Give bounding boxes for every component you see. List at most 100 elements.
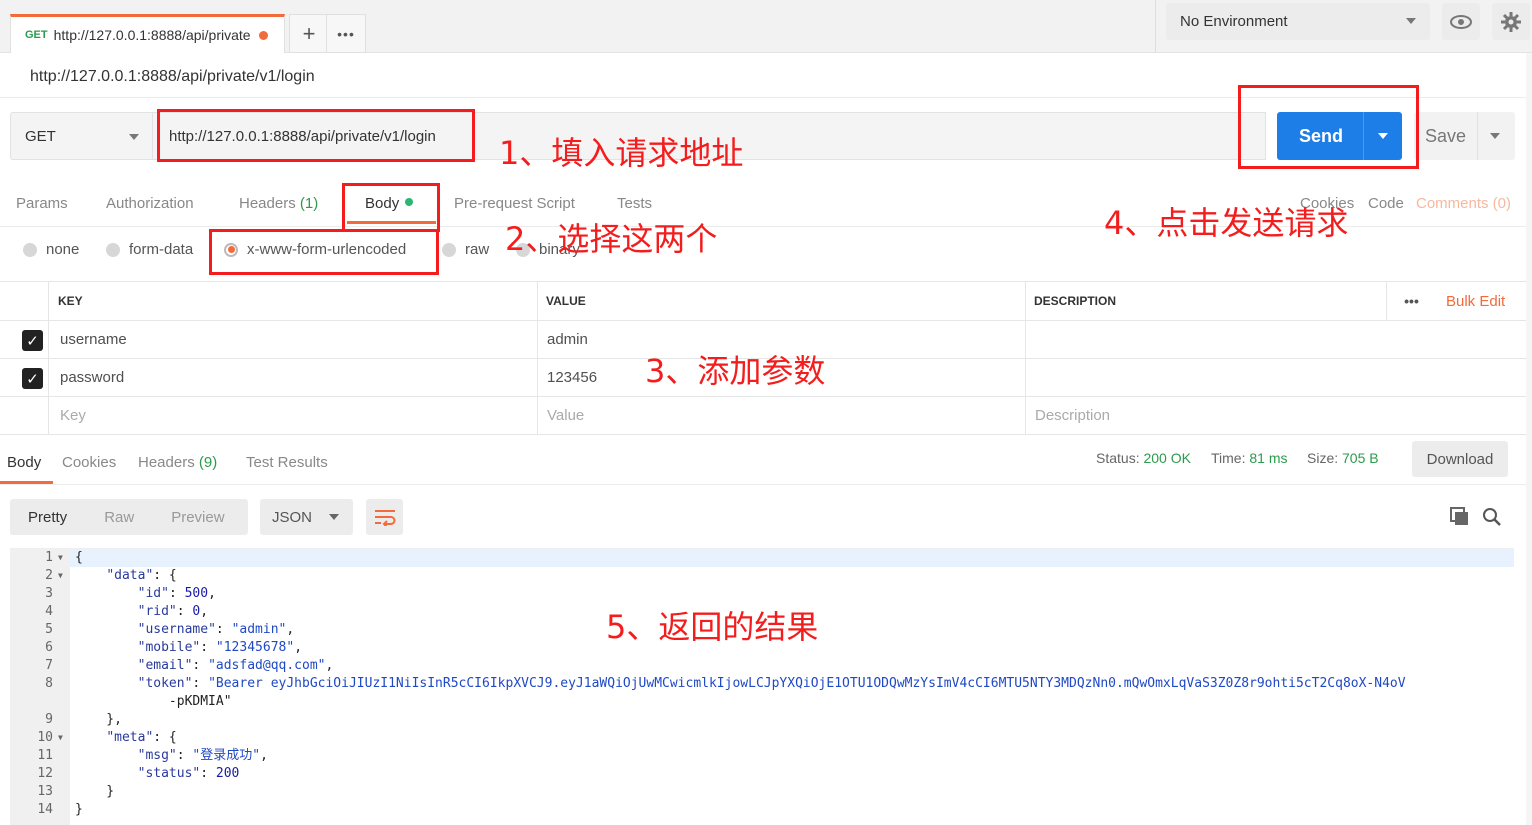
gear-icon [1501, 11, 1521, 32]
tab-bar: GET http://127.0.0.1:8888/api/private + … [0, 0, 1532, 53]
status-value: 200 OK [1143, 450, 1191, 466]
line-number: 8 [45, 676, 53, 691]
environment-select[interactable]: No Environment [1166, 3, 1430, 40]
code-text: } [75, 802, 83, 817]
method-select[interactable]: GET [10, 112, 153, 160]
body-type-form-data[interactable]: form-data [106, 241, 193, 258]
code-text: "email": "adsfad@qq.com", [137, 658, 334, 673]
code-text: "id": 500, [137, 586, 216, 601]
line-number: 1 [45, 550, 53, 565]
time-value: 81 ms [1249, 450, 1288, 466]
value-input[interactable]: Value [537, 397, 1025, 434]
fold-toggle-icon[interactable]: ▼ [58, 729, 63, 747]
annotation-step-3: 3、添加参数 [645, 352, 826, 390]
line-number: 5 [45, 622, 53, 637]
tab-headers-label: Headers [239, 195, 296, 212]
format-pretty-button[interactable]: Pretty [28, 509, 67, 526]
response-headers-count-badge: (9) [198, 454, 218, 471]
method-label: GET [25, 127, 56, 145]
request-tab[interactable]: GET http://127.0.0.1:8888/api/private [10, 14, 285, 53]
copy-icon[interactable] [1450, 507, 1470, 531]
key-cell[interactable]: password [48, 359, 537, 396]
code-line: 3 "id": 500, [10, 585, 1514, 603]
bulk-edit-link[interactable]: Bulk Edit [1436, 282, 1528, 320]
tab-headers[interactable]: Headers (1) [239, 195, 318, 212]
annotation-step-1: 1、填入请求地址 [499, 134, 744, 172]
comments-link[interactable]: Comments (0) [1416, 195, 1511, 212]
row-enabled-checkbox[interactable]: ✓ [22, 330, 43, 351]
status-label: Status: [1096, 450, 1140, 466]
table-more-button[interactable]: ••• [1386, 282, 1436, 320]
line-number: 11 [37, 748, 53, 763]
annotation-box-send [1238, 85, 1419, 169]
request-title[interactable]: http://127.0.0.1:8888/api/private/v1/log… [30, 68, 315, 86]
tab-authorization[interactable]: Authorization [106, 195, 194, 212]
wrap-lines-button[interactable] [366, 499, 403, 535]
line-number: 12 [37, 766, 53, 781]
code-link[interactable]: Code [1368, 195, 1404, 212]
response-tab-cookies[interactable]: Cookies [62, 454, 116, 471]
description-input[interactable]: Description [1025, 397, 1528, 434]
code-text: { [75, 550, 83, 565]
key-input[interactable]: Key [48, 397, 537, 434]
tab-params[interactable]: Params [16, 195, 68, 212]
manage-environments-button[interactable] [1492, 3, 1530, 40]
code-text: "status": 200 [137, 766, 240, 781]
environment-label: No Environment [1180, 13, 1288, 30]
column-header-key: KEY [48, 282, 537, 320]
search-icon[interactable] [1482, 507, 1502, 531]
code-text: -pKDMIA" [75, 694, 232, 709]
download-button[interactable]: Download [1412, 441, 1508, 477]
chevron-down-icon [129, 134, 139, 140]
unsaved-dot-icon [258, 30, 268, 40]
environment-quicklook-button[interactable] [1442, 3, 1480, 40]
tab-more-button[interactable]: ••• [326, 14, 366, 53]
code-line: 11 "msg": "登录成功", [10, 747, 1514, 765]
fold-toggle-icon[interactable]: ▼ [58, 567, 63, 585]
line-number: 4 [45, 604, 53, 619]
row-enabled-checkbox[interactable]: ✓ [22, 368, 43, 389]
table-header-row: KEY VALUE DESCRIPTION ••• Bulk Edit [0, 282, 1528, 321]
checkmark-icon: ✓ [26, 370, 39, 388]
code-line: 2 ▼ "data": { [10, 567, 1514, 585]
tab-tests[interactable]: Tests [617, 195, 652, 212]
code-text: "msg": "登录成功", [137, 748, 268, 763]
new-tab-button[interactable]: + [289, 14, 329, 53]
response-tab-headers[interactable]: Headers (9) [138, 454, 217, 471]
tab-prerequest-script[interactable]: Pre-request Script [454, 195, 575, 212]
code-line: 10 ▼ "meta": { [10, 729, 1514, 747]
save-label: Save [1425, 125, 1467, 146]
language-label: JSON [272, 508, 313, 526]
code-text: } [75, 784, 115, 799]
code-text: "token": "Bearer eyJhbGciOiJIUzI1NiIsInR… [137, 676, 1406, 691]
save-button[interactable]: Save [1414, 112, 1515, 160]
annotation-step-2: 2、选择这两个 [505, 220, 718, 258]
language-select[interactable]: JSON [260, 499, 353, 535]
format-preview-button[interactable]: Preview [171, 509, 224, 526]
request-tab-url: http://127.0.0.1:8888/api/private [53, 27, 251, 43]
code-line: 13 } [10, 783, 1514, 801]
size-value: 705 B [1342, 450, 1379, 466]
divider [0, 484, 1532, 485]
size-readout: Size: 705 B [1307, 450, 1379, 466]
time-label: Time: [1211, 450, 1246, 466]
save-options-chevron-icon[interactable] [1490, 133, 1500, 139]
description-cell[interactable] [1025, 359, 1528, 396]
time-readout: Time: 81 ms [1211, 450, 1288, 466]
wrap-icon [374, 510, 395, 526]
radio-icon [23, 242, 37, 257]
body-type-raw[interactable]: raw [442, 241, 489, 258]
code-text: }, [75, 712, 122, 727]
size-label: Size: [1307, 450, 1339, 466]
response-tab-test-results[interactable]: Test Results [246, 454, 328, 471]
scrollbar[interactable] [1526, 53, 1532, 825]
description-cell[interactable] [1025, 321, 1528, 358]
response-tab-body[interactable]: Body [7, 454, 41, 471]
response-body-viewer[interactable]: 1 ▼{2 ▼ "data": {3 "id": 500, 4 "rid": 0, 5 … [10, 548, 1514, 825]
fold-toggle-icon[interactable]: ▼ [58, 549, 63, 567]
key-cell[interactable]: username [48, 321, 537, 358]
body-type-none[interactable]: none [23, 241, 79, 258]
format-raw-button[interactable]: Raw [104, 509, 134, 526]
code-line: -pKDMIA" [10, 693, 1514, 711]
code-text: "data": { [106, 568, 177, 583]
